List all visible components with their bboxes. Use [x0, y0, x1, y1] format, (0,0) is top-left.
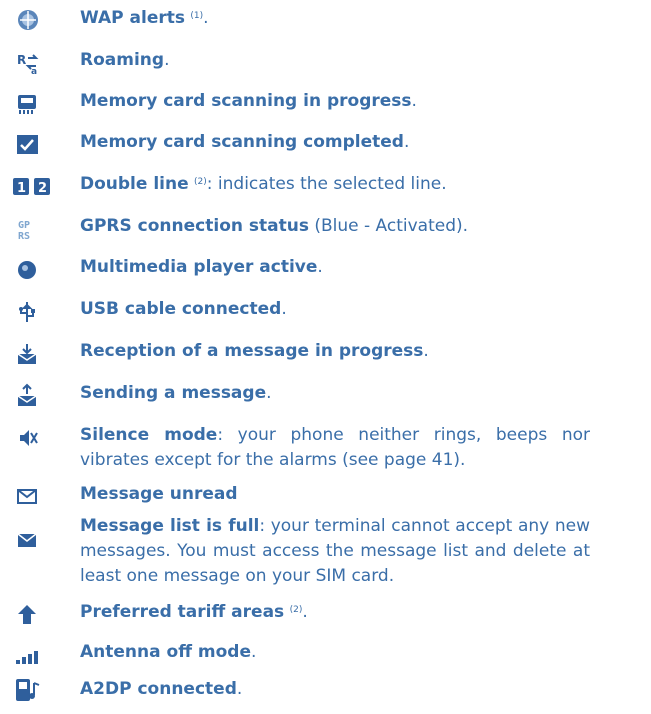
item-description: .	[411, 91, 417, 111]
item-description: .	[302, 602, 308, 622]
item-description: .	[403, 132, 410, 152]
item-title: Reception of a message in progress	[80, 341, 424, 361]
usb-icon	[12, 299, 46, 325]
item-description: .	[164, 50, 170, 70]
item-title: A2DP connected	[80, 679, 237, 699]
item-title: WAP alerts	[80, 8, 185, 28]
item-title: Memory card scanning in progress	[80, 91, 412, 111]
silence-mode-icon	[12, 425, 46, 451]
item-title: Antenna off mode	[80, 642, 251, 662]
item-title: Sending a message	[80, 383, 267, 403]
svg-text:GP: GP	[18, 220, 30, 231]
message-list-full-icon	[12, 528, 46, 554]
item-title: Message unread	[80, 484, 238, 504]
roaming-icon: R a	[12, 50, 46, 76]
item-description: .	[250, 642, 257, 662]
item-title: Roaming	[80, 50, 165, 70]
message-unread-icon	[12, 484, 46, 510]
preferred-tariff-icon	[12, 602, 46, 628]
multimedia-player-icon	[12, 257, 46, 283]
memory-card-completed-icon	[12, 132, 46, 158]
item-description: .	[423, 341, 429, 361]
footnote-marker: (2)	[289, 605, 303, 615]
message-reception-icon	[12, 341, 46, 367]
item-description: .	[317, 257, 323, 277]
item-title: Preferred tariff areas	[80, 602, 285, 622]
wap-alert-icon	[12, 8, 46, 34]
item-title: USB cable connected	[80, 299, 282, 319]
gprs-icon: GP RS	[12, 216, 46, 242]
svg-text:2: 2	[38, 181, 47, 196]
item-description: .	[236, 679, 243, 699]
item-description: .	[281, 299, 287, 319]
memory-card-scanning-icon	[12, 91, 46, 117]
item-title: Double line	[80, 174, 189, 194]
svg-text:R: R	[17, 53, 26, 67]
item-description: .	[266, 383, 272, 403]
svg-text:1: 1	[17, 181, 26, 196]
item-title: Memory card scanning completed	[80, 132, 404, 152]
item-description: : indicates the selected line.	[206, 174, 447, 194]
footnote-marker: (1)	[190, 11, 204, 21]
item-title: Message list is full	[80, 516, 260, 536]
item-description: (Blue - Activated).	[308, 216, 469, 236]
a2dp-icon	[12, 677, 46, 703]
item-description: .	[203, 8, 209, 28]
item-title: Silence mode	[80, 425, 218, 445]
item-title: Multimedia player active	[80, 257, 318, 277]
message-sending-icon	[12, 383, 46, 409]
antenna-off-icon	[12, 642, 46, 668]
double-line-icon: 1 2	[12, 174, 54, 200]
item-title: GPRS connection status	[80, 216, 309, 236]
svg-text:RS: RS	[18, 231, 30, 242]
footnote-marker: (2)	[194, 177, 207, 187]
svg-text:a: a	[31, 67, 37, 76]
